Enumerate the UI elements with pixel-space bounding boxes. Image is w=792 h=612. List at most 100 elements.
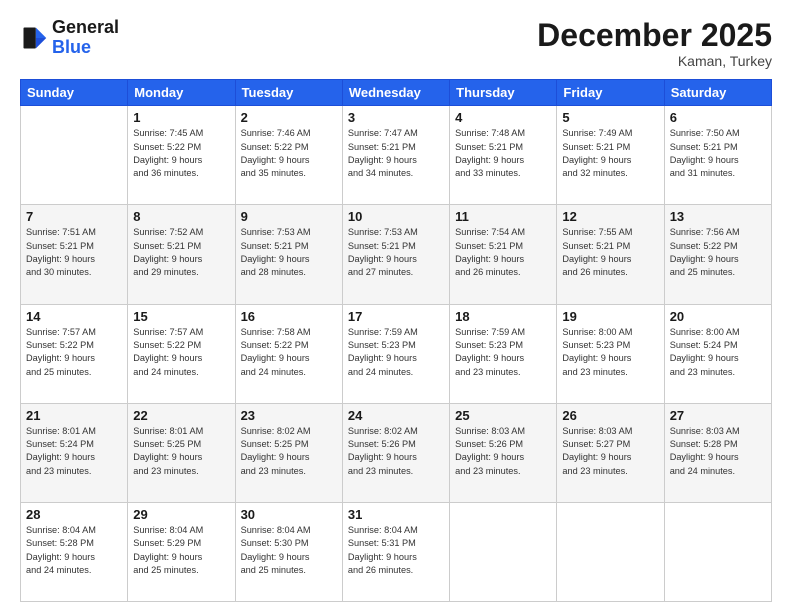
calendar-cell: 18 Sunrise: 7:59 AM Sunset: 5:23 PM Dayli… [450, 304, 557, 403]
week-row-2: 7Sunrise: 7:51 AM Sunset: 5:21 PM Daylig… [21, 205, 772, 304]
calendar-cell: 23 Sunrise: 8:02 AM Sunset: 5:25 PM Dayli… [235, 403, 342, 502]
logo-text: General Blue [52, 18, 119, 58]
day-number: 1 [133, 110, 229, 125]
month-title: December 2025 [537, 18, 772, 53]
day-number: 8 [133, 209, 229, 224]
calendar-cell: 29Sunrise: 8:04 AM Sunset: 5:29 PM Dayli… [128, 502, 235, 601]
day-info: Sunrise: 8:03 AM Sunset: 5:27 PM Dayligh… [562, 425, 658, 478]
day-info: Sunrise: 8:04 AM Sunset: 5:31 PM Dayligh… [348, 524, 444, 577]
day-number: 25 [455, 408, 551, 423]
location: Kaman, Turkey [537, 53, 772, 69]
calendar-cell: 17 Sunrise: 7:59 AM Sunset: 5:23 PM Dayli… [342, 304, 449, 403]
day-number: 26 [562, 408, 658, 423]
day-number: 30 [241, 507, 337, 522]
col-header-sunday: Sunday [21, 80, 128, 106]
header-row: SundayMondayTuesdayWednesdayThursdayFrid… [21, 80, 772, 106]
day-info: Sunrise: 7:57 AM Sunset: 5:22 PM Dayligh… [133, 326, 229, 379]
calendar-cell: 30Sunrise: 8:04 AM Sunset: 5:30 PM Dayli… [235, 502, 342, 601]
calendar-cell [557, 502, 664, 601]
day-info: Sunrise: 7:45 AM Sunset: 5:22 PM Dayligh… [133, 127, 229, 180]
calendar-cell: 2Sunrise: 7:46 AM Sunset: 5:22 PM Daylig… [235, 106, 342, 205]
logo-icon [20, 24, 48, 52]
calendar-cell: 27 Sunrise: 8:03 AM Sunset: 5:28 PM Dayli… [664, 403, 771, 502]
calendar-cell: 16Sunrise: 7:58 AM Sunset: 5:22 PM Dayli… [235, 304, 342, 403]
day-number: 23 [241, 408, 337, 423]
day-info: Sunrise: 7:54 AM Sunset: 5:21 PM Dayligh… [455, 226, 551, 279]
calendar-cell: 15 Sunrise: 7:57 AM Sunset: 5:22 PM Dayli… [128, 304, 235, 403]
day-number: 22 [133, 408, 229, 423]
day-number: 19 [562, 309, 658, 324]
day-info: Sunrise: 7:52 AM Sunset: 5:21 PM Dayligh… [133, 226, 229, 279]
col-header-wednesday: Wednesday [342, 80, 449, 106]
day-info: Sunrise: 8:03 AM Sunset: 5:26 PM Dayligh… [455, 425, 551, 478]
day-info: Sunrise: 8:00 AM Sunset: 5:24 PM Dayligh… [670, 326, 766, 379]
day-number: 10 [348, 209, 444, 224]
calendar-cell: 21Sunrise: 8:01 AM Sunset: 5:24 PM Dayli… [21, 403, 128, 502]
calendar-cell [21, 106, 128, 205]
day-number: 4 [455, 110, 551, 125]
day-info: Sunrise: 8:00 AM Sunset: 5:23 PM Dayligh… [562, 326, 658, 379]
day-number: 13 [670, 209, 766, 224]
calendar-cell [664, 502, 771, 601]
day-number: 28 [26, 507, 122, 522]
day-number: 5 [562, 110, 658, 125]
day-info: Sunrise: 7:55 AM Sunset: 5:21 PM Dayligh… [562, 226, 658, 279]
calendar-cell: 13 Sunrise: 7:56 AM Sunset: 5:22 PM Dayli… [664, 205, 771, 304]
day-number: 3 [348, 110, 444, 125]
calendar-cell: 24 Sunrise: 8:02 AM Sunset: 5:26 PM Dayli… [342, 403, 449, 502]
calendar-cell: 19 Sunrise: 8:00 AM Sunset: 5:23 PM Dayli… [557, 304, 664, 403]
day-number: 12 [562, 209, 658, 224]
calendar-cell: 8 Sunrise: 7:52 AM Sunset: 5:21 PM Daylig… [128, 205, 235, 304]
calendar-cell: 31Sunrise: 8:04 AM Sunset: 5:31 PM Dayli… [342, 502, 449, 601]
calendar-cell: 22 Sunrise: 8:01 AM Sunset: 5:25 PM Dayli… [128, 403, 235, 502]
day-info: Sunrise: 7:59 AM Sunset: 5:23 PM Dayligh… [455, 326, 551, 379]
day-number: 29 [133, 507, 229, 522]
col-header-thursday: Thursday [450, 80, 557, 106]
logo: General Blue [20, 18, 119, 58]
day-info: Sunrise: 8:02 AM Sunset: 5:26 PM Dayligh… [348, 425, 444, 478]
day-info: Sunrise: 8:04 AM Sunset: 5:28 PM Dayligh… [26, 524, 122, 577]
week-row-5: 28 Sunrise: 8:04 AM Sunset: 5:28 PM Dayli… [21, 502, 772, 601]
day-number: 6 [670, 110, 766, 125]
day-number: 7 [26, 209, 122, 224]
day-number: 24 [348, 408, 444, 423]
day-info: Sunrise: 7:53 AM Sunset: 5:21 PM Dayligh… [348, 226, 444, 279]
day-info: Sunrise: 7:48 AM Sunset: 5:21 PM Dayligh… [455, 127, 551, 180]
logo-general: General [52, 17, 119, 37]
day-number: 14 [26, 309, 122, 324]
day-number: 16 [241, 309, 337, 324]
day-info: Sunrise: 7:56 AM Sunset: 5:22 PM Dayligh… [670, 226, 766, 279]
day-number: 17 [348, 309, 444, 324]
day-number: 18 [455, 309, 551, 324]
calendar-cell: 3 Sunrise: 7:47 AM Sunset: 5:21 PM Daylig… [342, 106, 449, 205]
day-number: 9 [241, 209, 337, 224]
calendar-cell: 25 Sunrise: 8:03 AM Sunset: 5:26 PM Dayli… [450, 403, 557, 502]
day-info: Sunrise: 8:03 AM Sunset: 5:28 PM Dayligh… [670, 425, 766, 478]
day-info: Sunrise: 7:47 AM Sunset: 5:21 PM Dayligh… [348, 127, 444, 180]
col-header-saturday: Saturday [664, 80, 771, 106]
calendar-cell: 28 Sunrise: 8:04 AM Sunset: 5:28 PM Dayli… [21, 502, 128, 601]
day-info: Sunrise: 8:02 AM Sunset: 5:25 PM Dayligh… [241, 425, 337, 478]
col-header-friday: Friday [557, 80, 664, 106]
calendar-cell: 4 Sunrise: 7:48 AM Sunset: 5:21 PM Daylig… [450, 106, 557, 205]
calendar-cell: 12 Sunrise: 7:55 AM Sunset: 5:21 PM Dayli… [557, 205, 664, 304]
week-row-3: 14 Sunrise: 7:57 AM Sunset: 5:22 PM Dayli… [21, 304, 772, 403]
day-info: Sunrise: 7:46 AM Sunset: 5:22 PM Dayligh… [241, 127, 337, 180]
day-info: Sunrise: 7:49 AM Sunset: 5:21 PM Dayligh… [562, 127, 658, 180]
calendar-table: SundayMondayTuesdayWednesdayThursdayFrid… [20, 79, 772, 602]
day-number: 15 [133, 309, 229, 324]
week-row-1: 1 Sunrise: 7:45 AM Sunset: 5:22 PM Daylig… [21, 106, 772, 205]
day-info: Sunrise: 8:01 AM Sunset: 5:25 PM Dayligh… [133, 425, 229, 478]
header: General Blue December 2025 Kaman, Turkey [20, 18, 772, 69]
day-info: Sunrise: 7:59 AM Sunset: 5:23 PM Dayligh… [348, 326, 444, 379]
calendar-cell: 20 Sunrise: 8:00 AM Sunset: 5:24 PM Dayli… [664, 304, 771, 403]
page: General Blue December 2025 Kaman, Turkey… [0, 0, 792, 612]
day-number: 27 [670, 408, 766, 423]
calendar-cell: 9 Sunrise: 7:53 AM Sunset: 5:21 PM Daylig… [235, 205, 342, 304]
title-block: December 2025 Kaman, Turkey [537, 18, 772, 69]
calendar-cell: 6Sunrise: 7:50 AM Sunset: 5:21 PM Daylig… [664, 106, 771, 205]
calendar-cell: 11Sunrise: 7:54 AM Sunset: 5:21 PM Dayli… [450, 205, 557, 304]
day-number: 20 [670, 309, 766, 324]
col-header-tuesday: Tuesday [235, 80, 342, 106]
day-info: Sunrise: 7:53 AM Sunset: 5:21 PM Dayligh… [241, 226, 337, 279]
